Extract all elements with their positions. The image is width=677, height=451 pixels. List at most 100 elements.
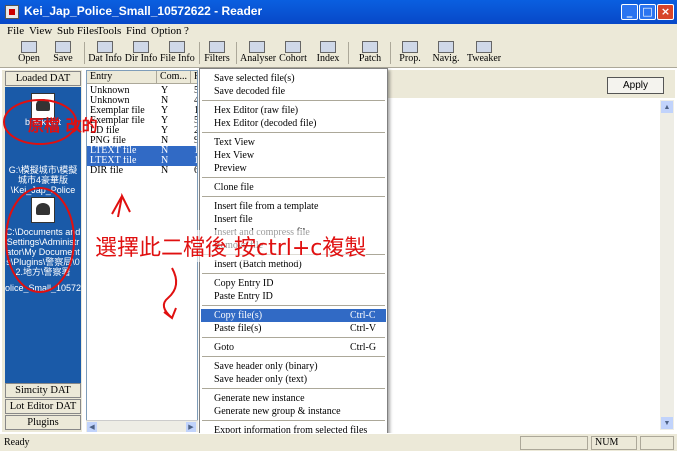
tweaker-button[interactable]: Tweaker bbox=[466, 40, 502, 67]
file-info-button[interactable]: File Info bbox=[160, 40, 195, 67]
table-row[interactable]: LD file Y 2 bbox=[87, 126, 197, 136]
patch-button[interactable]: Patch bbox=[356, 40, 384, 67]
menu-item-hex-view[interactable]: Hex View bbox=[201, 149, 386, 162]
menu-file[interactable]: File bbox=[7, 25, 24, 37]
tab-plugins[interactable]: Plugins bbox=[5, 415, 81, 430]
scroll-down-icon[interactable]: ▼ bbox=[661, 417, 673, 429]
prop-icon bbox=[402, 41, 418, 53]
menu-item-text-view[interactable]: Text View bbox=[201, 136, 386, 149]
cell-entry: Unknown bbox=[90, 86, 130, 96]
menu-item-preview[interactable]: Preview bbox=[201, 162, 386, 175]
column-header-f[interactable]: F bbox=[191, 71, 197, 84]
menu-find[interactable]: Find bbox=[126, 25, 146, 37]
menu-item-hex-editor-decoded-file[interactable]: Hex Editor (decoded file) bbox=[201, 117, 386, 130]
menu-item-insert-file-from-a-template[interactable]: Insert file from a template bbox=[201, 200, 386, 213]
list-item[interactable]: C:\Documents and Settings\Administrator\… bbox=[5, 227, 81, 279]
open-label: Open bbox=[18, 53, 40, 64]
column-header-com[interactable]: Com... bbox=[157, 71, 191, 84]
table-row[interactable]: DIR file N 6 bbox=[87, 166, 197, 176]
cell-f: 4 bbox=[194, 96, 197, 106]
open-button[interactable]: Open bbox=[14, 40, 44, 67]
scroll-up-icon[interactable]: ▲ bbox=[661, 101, 673, 113]
save-button[interactable]: Save bbox=[48, 40, 78, 67]
cell-entry: LD file bbox=[90, 126, 120, 136]
menu-item-save-selected-file-s[interactable]: Save selected file(s) bbox=[201, 72, 386, 85]
detail-vscrollbar[interactable]: ▲ ▼ bbox=[660, 100, 674, 430]
cell-entry: DIR file bbox=[90, 166, 124, 176]
close-button[interactable]: × bbox=[657, 4, 674, 20]
dat-info-button[interactable]: Dat Info bbox=[88, 40, 122, 67]
table-row[interactable]: Unknown Y 5 bbox=[87, 86, 197, 96]
column-header-entry[interactable]: Entry bbox=[87, 71, 157, 84]
menu-item-goto[interactable]: Goto Ctrl-G bbox=[201, 341, 386, 354]
tab-lot-editor-dat[interactable]: Lot Editor DAT bbox=[5, 399, 81, 414]
patch-icon bbox=[362, 41, 378, 53]
menu-view[interactable]: View bbox=[29, 25, 52, 37]
menu-item-label: Goto bbox=[214, 342, 234, 353]
cohort-button[interactable]: Cohort bbox=[278, 40, 308, 67]
tab-loaded-dat[interactable]: Loaded DAT bbox=[5, 71, 81, 86]
menu-item-save-header-only-binary[interactable]: Save header only (binary) bbox=[201, 360, 386, 373]
menu-separator bbox=[202, 100, 385, 101]
menu-item-copy-entry-id[interactable]: Copy Entry ID bbox=[201, 277, 386, 290]
menu-item-paste-entry-id[interactable]: Paste Entry ID bbox=[201, 290, 386, 303]
menu-item-save-header-only-text[interactable]: Save header only (text) bbox=[201, 373, 386, 386]
menu-item-paste-file-s[interactable]: Paste file(s) Ctrl-V bbox=[201, 322, 386, 335]
menu-item-label: Hex Editor (decoded file) bbox=[214, 118, 317, 129]
menu-item-hex-editor-raw-file[interactable]: Hex Editor (raw file) bbox=[201, 104, 386, 117]
analyser-button[interactable]: Analyser bbox=[240, 40, 276, 67]
menu-item-generate-new-instance[interactable]: Generate new instance bbox=[201, 392, 386, 405]
navig-label: Navig. bbox=[432, 53, 460, 64]
index-button[interactable]: Index bbox=[314, 40, 342, 67]
list-item[interactable]: G:\模擬城市\模擬城市4豪華版\Kei_Jap_Police bbox=[5, 165, 81, 197]
filters-button[interactable]: Filters bbox=[203, 40, 231, 67]
table-row[interactable]: PNG file N 9 bbox=[87, 136, 197, 146]
menu-item-label: Save header only (text) bbox=[214, 374, 308, 385]
table-row[interactable]: Unknown N 4 bbox=[87, 96, 197, 106]
table-row[interactable]: Exemplar file Y 1 bbox=[87, 106, 197, 116]
tab-simcity-dat[interactable]: Simcity DAT bbox=[5, 383, 81, 398]
table-row[interactable]: LTEXT file N 1 bbox=[87, 146, 197, 156]
minimize-button[interactable]: _ bbox=[621, 4, 638, 20]
patch-label: Patch bbox=[358, 53, 382, 64]
menu-item-insert-file[interactable]: Insert file bbox=[201, 213, 386, 226]
table-row[interactable]: Exemplar file Y 5 bbox=[87, 116, 197, 126]
toolbar: Open Save Dat Info Dir Info File Info Fi… bbox=[0, 39, 677, 68]
analyser-icon bbox=[249, 41, 265, 53]
index-icon bbox=[320, 41, 336, 53]
file-info-label: File Info bbox=[160, 53, 195, 64]
menu-option[interactable]: Option bbox=[151, 25, 182, 37]
maximize-button[interactable]: □ bbox=[639, 4, 656, 20]
navig-button[interactable]: Navig. bbox=[430, 40, 462, 67]
menu-help[interactable]: ? bbox=[184, 25, 189, 37]
prop-button[interactable]: Prop. bbox=[396, 40, 424, 67]
apply-button[interactable]: Apply bbox=[607, 77, 664, 94]
dat-file-icon[interactable] bbox=[31, 197, 55, 223]
menu-item-label: Save selected file(s) bbox=[214, 73, 295, 84]
open-icon bbox=[21, 41, 37, 53]
entry-list-hscrollbar[interactable]: ◀ ▶ bbox=[86, 420, 198, 432]
table-row[interactable]: LTEXT file N 1 bbox=[87, 156, 197, 166]
toolbar-separator bbox=[390, 42, 391, 64]
menu-item-label: Save header only (binary) bbox=[214, 361, 318, 372]
cell-com: N bbox=[161, 156, 169, 166]
menu-separator bbox=[202, 388, 385, 389]
cell-f: 2 bbox=[194, 126, 197, 136]
menu-sub-files[interactable]: Sub Files bbox=[57, 25, 98, 37]
status-bar: Ready NUM bbox=[0, 433, 677, 451]
cell-com: Y bbox=[161, 106, 169, 116]
menu-item-generate-new-group-instance[interactable]: Generate new group & instance bbox=[201, 405, 386, 418]
menu-item-label: Preview bbox=[214, 163, 247, 174]
save-icon bbox=[55, 41, 71, 53]
menu-item-clone-file[interactable]: Clone file bbox=[201, 181, 386, 194]
app-icon[interactable] bbox=[5, 5, 19, 19]
dir-info-button[interactable]: Dir Info bbox=[124, 40, 158, 67]
menu-item-save-decoded-file[interactable]: Save decoded file bbox=[201, 85, 386, 98]
window-title: Kei_Jap_Police_Small_10572622 - Reader bbox=[24, 4, 263, 18]
menu-tools[interactable]: Tools bbox=[97, 25, 121, 37]
menu-item-label: Save decoded file bbox=[214, 86, 286, 97]
scroll-right-icon[interactable]: ▶ bbox=[186, 422, 196, 432]
menu-item-copy-file-s[interactable]: Copy file(s) Ctrl-C bbox=[201, 309, 386, 322]
list-item[interactable]: olice_Small_105726 bbox=[5, 283, 81, 293]
scroll-left-icon[interactable]: ◀ bbox=[87, 422, 97, 432]
